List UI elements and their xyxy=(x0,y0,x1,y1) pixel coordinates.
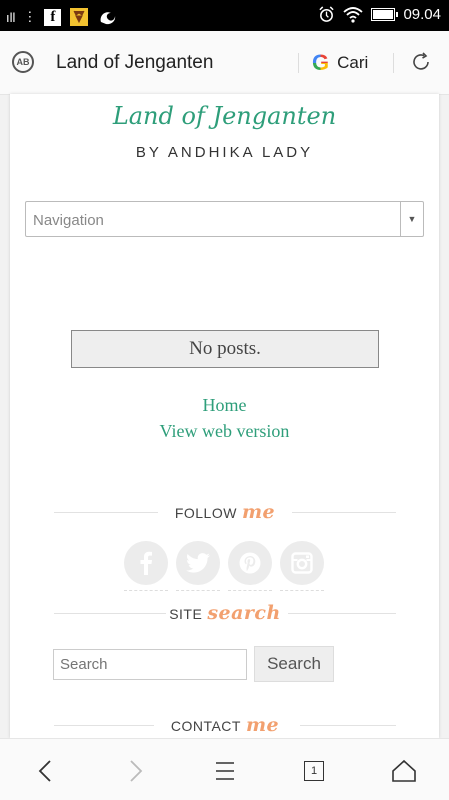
icon-underline xyxy=(124,589,168,591)
browser-bottom-nav: 1 xyxy=(0,738,449,800)
divider xyxy=(298,53,299,73)
icon-underline xyxy=(228,589,272,591)
menu-icon[interactable] xyxy=(210,756,240,786)
facebook-icon[interactable] xyxy=(124,541,168,585)
twitter-icon[interactable] xyxy=(176,541,220,585)
search-button[interactable]: Search xyxy=(254,646,334,682)
search-input[interactable] xyxy=(53,649,247,680)
battery-icon xyxy=(371,8,399,21)
view-web-version-link[interactable]: View web version xyxy=(10,421,439,442)
blog-subtitle: BY ANDHIKA LADY xyxy=(135,144,314,161)
page-title[interactable]: Land of Jenganten xyxy=(56,52,213,74)
adblock-icon[interactable]: AB xyxy=(12,51,34,73)
instagram-icon[interactable] xyxy=(280,541,324,585)
home-icon[interactable] xyxy=(389,756,419,786)
blog-title[interactable]: Land of Jenganten xyxy=(10,102,439,130)
facebook-notification-icon: f xyxy=(44,8,62,26)
refresh-icon[interactable] xyxy=(410,51,432,73)
site-search-widget-heading: SITE search xyxy=(54,602,396,624)
signal-icon: ıll xyxy=(6,9,16,25)
home-link[interactable]: Home xyxy=(10,395,439,416)
pinterest-icon[interactable] xyxy=(228,541,272,585)
alarm-icon xyxy=(319,6,335,22)
divider xyxy=(393,53,394,73)
widget-accent: search xyxy=(207,602,281,624)
back-icon[interactable] xyxy=(30,756,60,786)
deer-notification-icon xyxy=(70,8,89,26)
uc-browser-notification-icon xyxy=(100,12,116,25)
more-indicator-icon: ⋮ xyxy=(23,9,37,24)
tab-count: 1 xyxy=(304,761,324,781)
dropdown-arrow-icon: ▼ xyxy=(400,202,423,236)
tabs-icon[interactable]: 1 xyxy=(299,756,329,786)
widget-label: FOLLOW xyxy=(174,505,237,521)
widget-accent: me xyxy=(241,501,276,523)
follow-widget-heading: FOLLOW me xyxy=(54,501,396,523)
google-search-button[interactable]: G Cari xyxy=(312,50,368,76)
wifi-icon xyxy=(343,6,364,23)
google-icon: G xyxy=(312,50,330,75)
icon-underline xyxy=(176,589,220,591)
icon-underline xyxy=(280,589,324,591)
navigation-select[interactable]: Navigation ▼ xyxy=(25,201,424,237)
widget-accent: me xyxy=(245,714,280,736)
search-label: Cari xyxy=(337,53,369,72)
clock: 09.04 xyxy=(403,6,441,23)
contact-widget-heading: CONTACT me xyxy=(54,714,396,736)
navigation-select-label: Navigation xyxy=(33,212,104,229)
widget-label: SITE xyxy=(169,606,203,622)
status-bar: ıll ⋮ f 09.04 xyxy=(0,0,449,31)
forward-icon[interactable] xyxy=(121,756,151,786)
no-posts-message: No posts. xyxy=(71,330,379,368)
browser-toolbar: AB Land of Jenganten G Cari xyxy=(0,31,449,95)
blog-page: Land of Jenganten BY ANDHIKA LADY Naviga… xyxy=(10,94,439,738)
widget-label: CONTACT xyxy=(170,718,241,734)
